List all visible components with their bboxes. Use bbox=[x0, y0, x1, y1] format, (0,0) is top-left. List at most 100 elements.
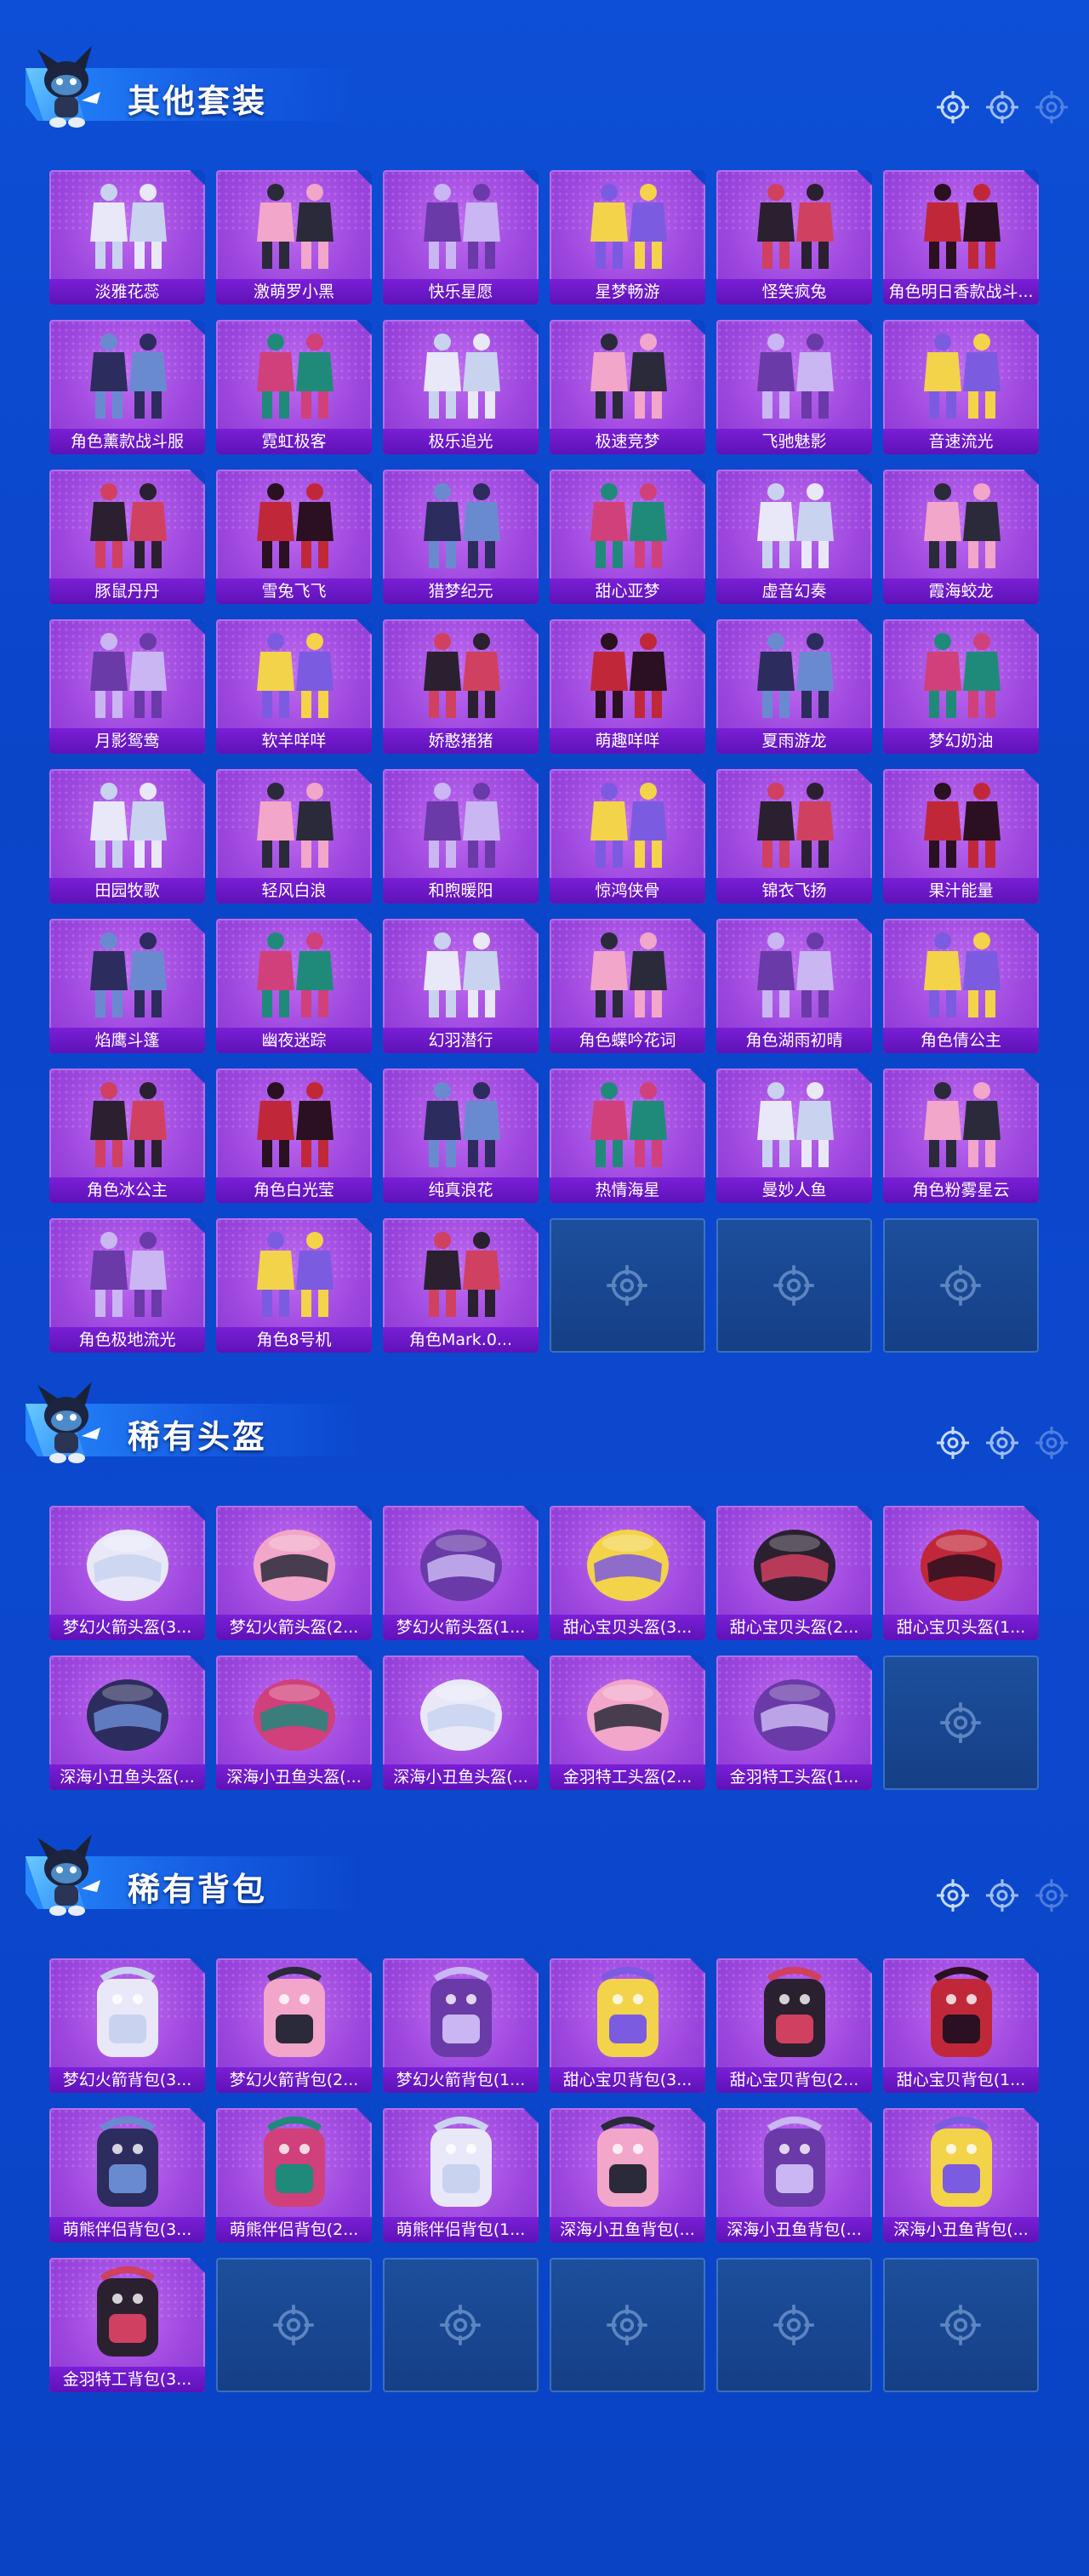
item-tile[interactable]: 霞海蛟龙 bbox=[883, 470, 1039, 604]
item-tile[interactable]: 和煦暖阳 bbox=[383, 769, 539, 903]
item-tile[interactable]: 梦幻火箭头盔(1... bbox=[383, 1506, 539, 1640]
item-tile[interactable]: 甜心宝贝背包(3... bbox=[550, 1958, 705, 2093]
item-tile[interactable]: 淡雅花蕊 bbox=[49, 170, 205, 305]
outfit-image bbox=[924, 633, 1001, 718]
item-tile[interactable]: 幻羽潜行 bbox=[383, 919, 539, 1053]
item-tile[interactable]: 金羽特工头盔(1... bbox=[716, 1656, 872, 1790]
outfit-image bbox=[90, 633, 167, 718]
item-tile[interactable]: 热情海星 bbox=[550, 1069, 705, 1203]
tile-corner-notch bbox=[857, 320, 872, 335]
item-label: 甜心宝贝头盔(3... bbox=[550, 1615, 705, 1640]
item-tile[interactable]: 果汁能量 bbox=[883, 769, 1039, 903]
item-label: 角色明日香款战斗... bbox=[883, 279, 1039, 305]
item-tile[interactable]: 甜心宝贝背包(2... bbox=[716, 1958, 872, 2093]
item-tile[interactable]: 深海小丑鱼头盔(... bbox=[49, 1656, 205, 1790]
outfit-image bbox=[590, 1082, 667, 1167]
backpack-image bbox=[430, 1967, 492, 2057]
tile-corner-notch bbox=[523, 1656, 539, 1671]
item-tile[interactable]: 梦幻奶油 bbox=[883, 619, 1039, 754]
item-tile[interactable]: 夏雨游龙 bbox=[716, 619, 872, 754]
item-tile[interactable]: 深海小丑鱼背包(... bbox=[883, 2108, 1039, 2243]
tile-corner-notch bbox=[190, 769, 205, 784]
empty-slot bbox=[550, 1218, 705, 1353]
item-tile[interactable]: 角色白光莹 bbox=[216, 1069, 372, 1203]
item-tile[interactable]: 田园牧歌 bbox=[49, 769, 205, 903]
item-tile[interactable]: 霓虹极客 bbox=[216, 320, 372, 454]
item-tile[interactable]: 梦幻火箭背包(2... bbox=[216, 1958, 372, 2093]
item-tile[interactable]: 甜心宝贝头盔(3... bbox=[550, 1506, 705, 1640]
empty-slot bbox=[883, 1656, 1039, 1790]
item-tile[interactable]: 甜心亚梦 bbox=[550, 470, 705, 604]
item-tile[interactable]: 锦衣飞扬 bbox=[716, 769, 872, 903]
item-tile[interactable]: 纯真浪花 bbox=[383, 1069, 539, 1203]
item-tile[interactable]: 极速竞梦 bbox=[550, 320, 705, 454]
item-tile[interactable]: 金羽特工背包(3... bbox=[49, 2258, 205, 2392]
item-tile[interactable]: 星梦畅游 bbox=[550, 170, 705, 305]
item-tile[interactable]: 金羽特工头盔(2... bbox=[550, 1656, 705, 1790]
item-tile[interactable]: 角色粉雾星云 bbox=[883, 1069, 1039, 1203]
crosshair-icon bbox=[937, 91, 969, 123]
item-tile[interactable]: 极乐追光 bbox=[383, 320, 539, 454]
item-tile[interactable]: 甜心宝贝头盔(1... bbox=[883, 1506, 1039, 1640]
item-tile[interactable]: 幽夜迷踪 bbox=[216, 919, 372, 1053]
item-tile[interactable]: 角色薰款战斗服 bbox=[49, 320, 205, 454]
item-tile[interactable]: 梦幻火箭背包(3... bbox=[49, 1958, 205, 2093]
item-tile[interactable]: 惊鸿侠骨 bbox=[550, 769, 705, 903]
item-tile[interactable]: 飞驰魅影 bbox=[716, 320, 872, 454]
item-tile[interactable]: 角色蝶吟花词 bbox=[550, 919, 705, 1053]
item-tile[interactable]: 激萌罗小黑 bbox=[216, 170, 372, 305]
item-tile[interactable]: 雪兔飞飞 bbox=[216, 470, 372, 604]
item-tile[interactable]: 梦幻火箭背包(1... bbox=[383, 1958, 539, 2093]
item-tile[interactable]: 角色湖雨初晴 bbox=[716, 919, 872, 1053]
item-tile[interactable]: 萌熊伴侣背包(2... bbox=[216, 2108, 372, 2243]
item-tile[interactable]: 角色明日香款战斗... bbox=[883, 170, 1039, 305]
item-tile[interactable]: 娇憨猪猪 bbox=[383, 619, 539, 754]
tile-corner-notch bbox=[356, 919, 372, 934]
outfit-image bbox=[757, 932, 834, 1017]
tile-corner-notch bbox=[190, 1656, 205, 1671]
tile-corner-notch bbox=[356, 1218, 372, 1234]
tile-corner-notch bbox=[857, 1958, 872, 1974]
item-tile[interactable]: 角色倩公主 bbox=[883, 919, 1039, 1053]
item-tile[interactable]: 角色冰公主 bbox=[49, 1069, 205, 1203]
item-tile[interactable]: 角色Mark.0... bbox=[383, 1218, 539, 1353]
item-tile[interactable]: 梦幻火箭头盔(2... bbox=[216, 1506, 372, 1640]
item-label: 果汁能量 bbox=[883, 878, 1039, 903]
item-tile[interactable]: 深海小丑鱼头盔(... bbox=[383, 1656, 539, 1790]
item-tile[interactable]: 猎梦纪元 bbox=[383, 470, 539, 604]
item-label: 虚音幻奏 bbox=[716, 578, 872, 604]
tile-corner-notch bbox=[356, 1656, 372, 1671]
item-tile[interactable]: 萌熊伴侣背包(1... bbox=[383, 2108, 539, 2243]
item-tile[interactable]: 软羊咩咩 bbox=[216, 619, 372, 754]
item-tile[interactable]: 甜心宝贝头盔(2... bbox=[716, 1506, 872, 1640]
item-tile[interactable]: 萌趣咩咩 bbox=[550, 619, 705, 754]
item-tile[interactable]: 深海小丑鱼头盔(... bbox=[216, 1656, 372, 1790]
tile-corner-notch bbox=[1023, 1958, 1039, 1974]
item-tile[interactable]: 曼妙人鱼 bbox=[716, 1069, 872, 1203]
item-label: 月影鸳鸯 bbox=[49, 728, 205, 754]
item-tile[interactable]: 月影鸳鸯 bbox=[49, 619, 205, 754]
item-tile[interactable]: 甜心宝贝背包(1... bbox=[883, 1958, 1039, 2093]
item-label: 纯真浪花 bbox=[383, 1177, 539, 1203]
item-tile[interactable]: 角色8号机 bbox=[216, 1218, 372, 1353]
empty-slot bbox=[716, 1218, 872, 1353]
item-tile[interactable]: 角色极地流光 bbox=[49, 1218, 205, 1353]
crosshair-icon bbox=[607, 1265, 647, 1306]
item-tile[interactable]: 怪笑疯兔 bbox=[716, 170, 872, 305]
item-tile[interactable]: 虚音幻奏 bbox=[716, 470, 872, 604]
item-tile[interactable]: 深海小丑鱼背包(... bbox=[550, 2108, 705, 2243]
item-tile[interactable]: 焰鹰斗篷 bbox=[49, 919, 205, 1053]
tile-corner-notch bbox=[857, 1069, 872, 1084]
item-tile[interactable]: 快乐星愿 bbox=[383, 170, 539, 305]
item-label: 角色Mark.0... bbox=[383, 1327, 539, 1353]
item-tile[interactable]: 音速流光 bbox=[883, 320, 1039, 454]
outfit-image bbox=[424, 1232, 500, 1317]
item-tile[interactable]: 萌熊伴侣背包(3... bbox=[49, 2108, 205, 2243]
item-tile[interactable]: 豚鼠丹丹 bbox=[49, 470, 205, 604]
tile-corner-notch bbox=[857, 919, 872, 934]
item-tile[interactable]: 深海小丑鱼背包(... bbox=[716, 2108, 872, 2243]
outfit-image bbox=[90, 932, 167, 1017]
item-tile[interactable]: 梦幻火箭头盔(3... bbox=[49, 1506, 205, 1640]
item-label: 梦幻奶油 bbox=[883, 728, 1039, 754]
item-tile[interactable]: 轻风白浪 bbox=[216, 769, 372, 903]
